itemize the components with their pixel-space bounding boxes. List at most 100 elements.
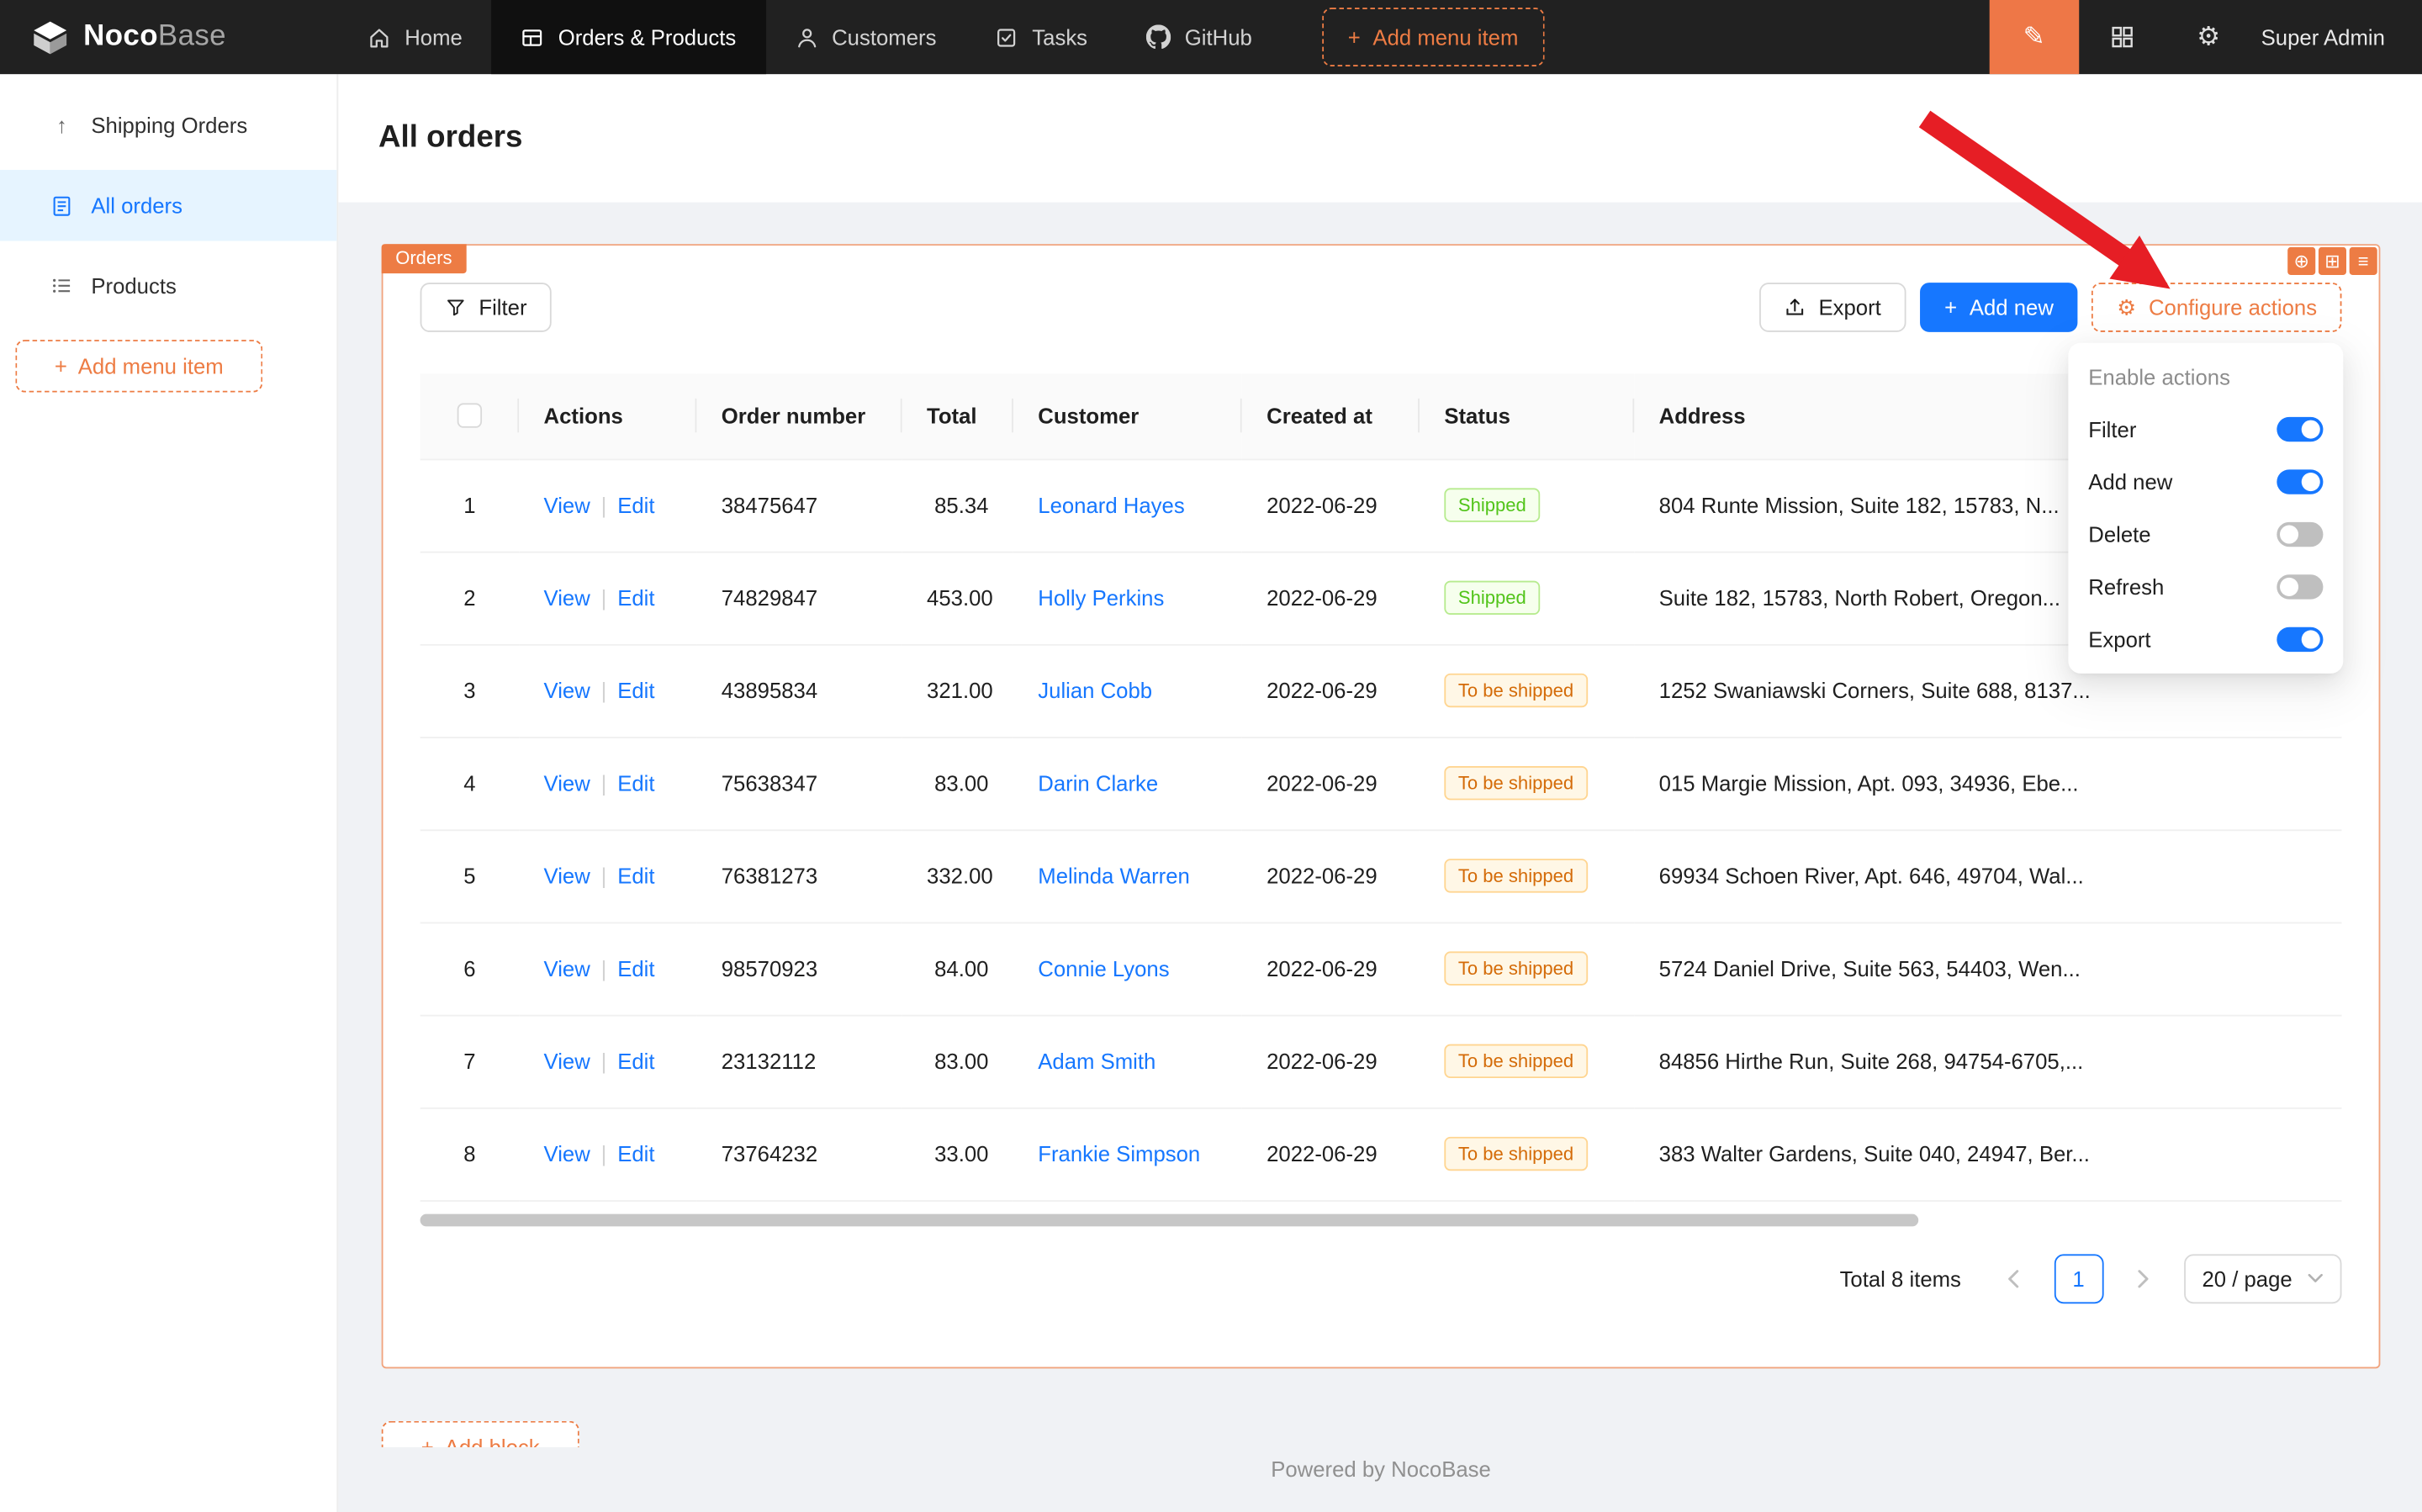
edit-link[interactable]: Edit: [617, 678, 654, 702]
view-link[interactable]: View: [544, 585, 590, 610]
horizontal-scrollbar-thumb[interactable]: [420, 1213, 1919, 1226]
sidebar-item-products[interactable]: Products: [0, 251, 336, 321]
status-badge: To be shipped: [1444, 1137, 1587, 1171]
configure-actions-button[interactable]: ⚙ Configure actions: [2092, 283, 2342, 332]
dropdown-item-refresh[interactable]: Refresh: [2068, 561, 2343, 613]
table-row: 3 View|Edit 43895834 321.00 Julian Cobb …: [420, 644, 2342, 737]
nav-item-tasks[interactable]: Tasks: [965, 0, 1117, 74]
customer-link[interactable]: Julian Cobb: [1038, 678, 1152, 702]
status-badge: To be shipped: [1444, 1044, 1587, 1078]
filter-button[interactable]: Filter: [420, 283, 552, 332]
status-cell: To be shipped: [1420, 737, 1634, 829]
sidebar-add-menu-item-button[interactable]: + Add menu item: [15, 340, 262, 392]
navbar-add-menu-item-button[interactable]: + Add menu item: [1321, 8, 1544, 66]
user-menu[interactable]: Super Admin: [2252, 24, 2422, 49]
ui-editor-toggle-button[interactable]: ✎: [1989, 0, 2079, 74]
edit-link[interactable]: Edit: [617, 1141, 654, 1166]
view-link[interactable]: View: [544, 493, 590, 517]
status-cell: To be shipped: [1420, 923, 1634, 1015]
view-link[interactable]: View: [544, 678, 590, 702]
chevron-left-icon: [2007, 1269, 2021, 1287]
total-cell: 453.00: [902, 552, 1013, 644]
dropdown-item-delete[interactable]: Delete: [2068, 508, 2343, 560]
address-cell: 383 Walter Gardens, Suite 040, 24947, Be…: [1634, 1108, 2341, 1200]
customer-link[interactable]: Adam Smith: [1038, 1049, 1155, 1073]
customer-link[interactable]: Leonard Hayes: [1038, 493, 1184, 517]
select-all-checkbox[interactable]: [457, 404, 482, 428]
nocobase-logo[interactable]: NocoBase: [0, 18, 338, 56]
export-button[interactable]: Export: [1760, 283, 1906, 332]
nav-item-orders-products[interactable]: Orders & Products: [492, 0, 765, 74]
settings-button[interactable]: ⚙: [2166, 0, 2252, 74]
gear-icon: ⚙: [2197, 22, 2220, 53]
page-size-select[interactable]: 20 / page: [2183, 1254, 2341, 1303]
sidebar-item-shipping-orders[interactable]: ↑ Shipping Orders: [0, 90, 336, 161]
nav-item-label: GitHub: [1185, 24, 1252, 49]
edit-link[interactable]: Edit: [617, 956, 654, 981]
block-add-icon[interactable]: ⊕: [2287, 247, 2315, 275]
filter-toggle[interactable]: [2277, 417, 2323, 441]
table-row: 6 View|Edit 98570923 84.00 Connie Lyons …: [420, 923, 2342, 1015]
address-cell: 69934 Schoen River, Apt. 646, 49704, Wal…: [1634, 829, 2341, 922]
block-grid-icon[interactable]: ⊞: [2319, 247, 2346, 275]
nav-item-customers[interactable]: Customers: [765, 0, 965, 74]
pagination-total: Total 8 items: [1840, 1266, 1961, 1290]
view-link[interactable]: View: [544, 864, 590, 888]
customer-cell: Julian Cobb: [1013, 644, 1242, 737]
dropdown-item-filter[interactable]: Filter: [2068, 403, 2343, 455]
edit-link[interactable]: Edit: [617, 493, 654, 517]
plus-icon: +: [1944, 295, 1957, 320]
add-new-toggle[interactable]: [2277, 469, 2323, 494]
next-page-button[interactable]: [2118, 1254, 2168, 1303]
customer-link[interactable]: Frankie Simpson: [1038, 1141, 1200, 1166]
plugins-button[interactable]: [2079, 0, 2166, 74]
nav-item-home[interactable]: Home: [338, 0, 491, 74]
gear-icon: ⚙: [2117, 294, 2136, 320]
nav-item-github[interactable]: GitHub: [1117, 0, 1282, 74]
top-navbar: NocoBase Home Orders & Products Customer…: [0, 0, 2422, 74]
chevron-down-icon: [2308, 1272, 2323, 1283]
created-at-cell: 2022-06-29: [1242, 644, 1420, 737]
add-new-button[interactable]: + Add new: [1920, 283, 2079, 332]
page-size-value: 20 / page: [2202, 1266, 2292, 1290]
total-cell: 85.34: [902, 459, 1013, 552]
customer-link[interactable]: Connie Lyons: [1038, 956, 1169, 981]
created-at-cell: 2022-06-29: [1242, 552, 1420, 644]
document-icon: [50, 194, 74, 218]
row-actions: View|Edit: [519, 923, 696, 1015]
edit-link[interactable]: Edit: [617, 771, 654, 796]
created-at-cell: 2022-06-29: [1242, 737, 1420, 829]
edit-link[interactable]: Edit: [617, 585, 654, 610]
view-link[interactable]: View: [544, 771, 590, 796]
edit-link[interactable]: Edit: [617, 864, 654, 888]
horizontal-scrollbar: [420, 1213, 2342, 1226]
list-icon: [50, 275, 74, 297]
table-row: 8 View|Edit 73764232 33.00 Frankie Simps…: [420, 1108, 2342, 1200]
customer-link[interactable]: Holly Perkins: [1038, 585, 1164, 610]
dropdown-item-label: Export: [2088, 627, 2150, 652]
created-at-cell: 2022-06-29: [1242, 923, 1420, 1015]
view-link[interactable]: View: [544, 1141, 590, 1166]
total-cell: 33.00: [902, 1108, 1013, 1200]
view-link[interactable]: View: [544, 1049, 590, 1073]
delete-toggle[interactable]: [2277, 522, 2323, 547]
refresh-toggle[interactable]: [2277, 574, 2323, 599]
customer-link[interactable]: Darin Clarke: [1038, 771, 1158, 796]
add-block-button[interactable]: + Add block: [382, 1421, 579, 1447]
row-index: 7: [420, 1015, 520, 1108]
row-index: 3: [420, 644, 520, 737]
cube-logo-icon: [31, 18, 70, 56]
view-link[interactable]: View: [544, 956, 590, 981]
customer-link[interactable]: Melinda Warren: [1038, 864, 1190, 888]
dropdown-item-export[interactable]: Export: [2068, 613, 2343, 665]
status-cell: To be shipped: [1420, 1108, 1634, 1200]
status-cell: To be shipped: [1420, 644, 1634, 737]
block-menu-icon[interactable]: ≡: [2350, 247, 2377, 275]
export-toggle[interactable]: [2277, 627, 2323, 652]
page-number-button[interactable]: 1: [2054, 1254, 2103, 1303]
status-badge: To be shipped: [1444, 859, 1587, 892]
sidebar-item-all-orders[interactable]: All orders: [0, 170, 336, 241]
prev-page-button[interactable]: [1989, 1254, 2039, 1303]
dropdown-item-add-new[interactable]: Add new: [2068, 456, 2343, 508]
edit-link[interactable]: Edit: [617, 1049, 654, 1073]
